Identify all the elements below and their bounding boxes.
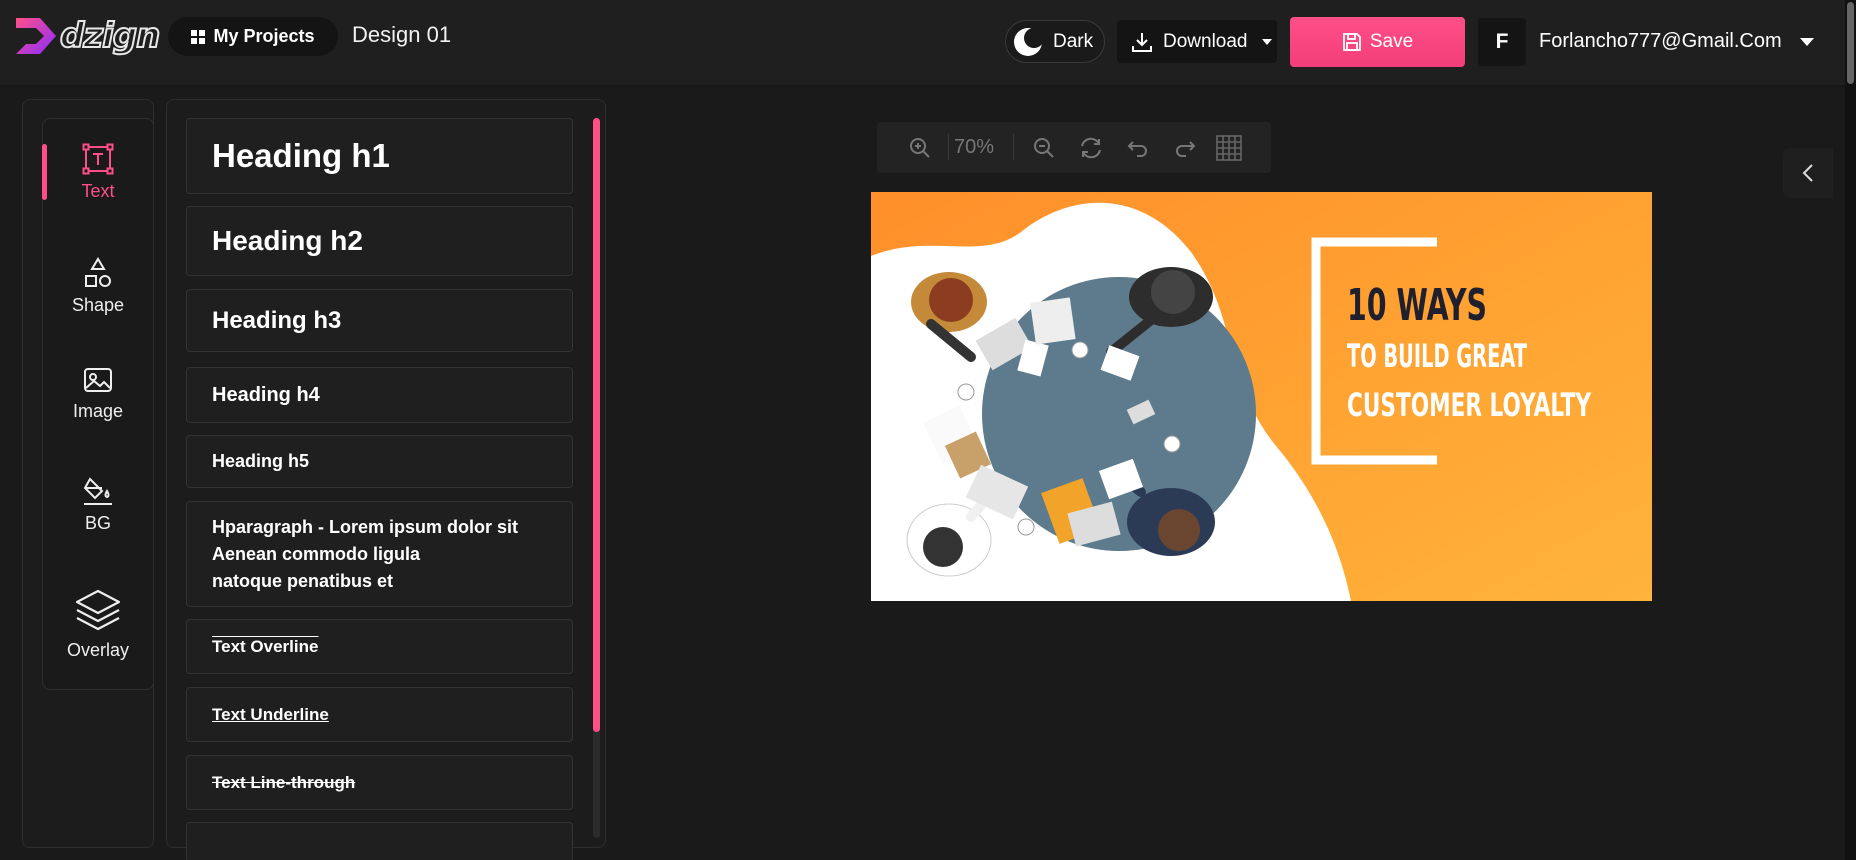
grid-toggle-icon[interactable] — [1214, 122, 1244, 173]
text-preset-paragraph[interactable]: Hparagraph - Lorem ipsum dolor sit Aenea… — [186, 501, 573, 607]
panel-scrollbar[interactable] — [593, 118, 600, 838]
download-button[interactable]: Download — [1117, 20, 1277, 63]
tool-bg-label: BG — [84, 513, 111, 533]
chevron-down-icon — [1261, 38, 1272, 45]
text-preset-h5[interactable]: Heading h5 — [186, 435, 573, 488]
user-menu-chevron-icon[interactable] — [1800, 38, 1814, 46]
layers-icon — [75, 589, 121, 631]
my-projects-button[interactable]: My Projects — [168, 17, 338, 56]
brand-logo[interactable]: dzign — [14, 15, 161, 57]
image-icon — [84, 368, 112, 392]
tool-image-label: Image — [72, 401, 124, 421]
coffee-cup — [1017, 518, 1035, 536]
tool-overlay[interactable]: Overlay — [42, 588, 154, 661]
download-label: Download — [1163, 30, 1248, 52]
tool-text-label: Text — [81, 181, 115, 201]
theme-label: Dark — [1053, 30, 1094, 52]
paint-bucket-icon — [83, 477, 112, 505]
tool-text[interactable]: Text — [42, 143, 154, 202]
save-label: Save — [1369, 31, 1414, 52]
download-icon — [1132, 32, 1152, 52]
design-canvas[interactable]: 10 WAYS TO BUILD GREAT CUSTOMER LOYALTY — [871, 192, 1652, 601]
reset-zoom-icon[interactable] — [1076, 122, 1106, 173]
undo-icon[interactable] — [1123, 122, 1153, 173]
my-projects-label: My Projects — [213, 26, 315, 46]
text-preset-h1[interactable]: Heading h1 — [186, 118, 573, 194]
tool-overlay-label: Overlay — [66, 640, 129, 660]
save-button[interactable]: Save — [1290, 17, 1465, 67]
user-email[interactable]: Forlancho777@Gmail.Com — [1539, 30, 1782, 53]
design-artwork: 10 WAYS TO BUILD GREAT CUSTOMER LOYALTY — [871, 192, 1652, 601]
tool-image[interactable]: Image — [42, 367, 154, 422]
tool-shape[interactable]: Shape — [42, 257, 154, 316]
floppy-disk-icon — [1342, 33, 1361, 51]
top-bar: dzign My Projects Design 01 Dark Downloa… — [0, 0, 1845, 86]
zoom-level: 70% — [954, 136, 995, 158]
zoom-out-icon[interactable] — [1029, 122, 1059, 173]
logo-mark-icon — [16, 18, 56, 54]
text-preset-line-through[interactable]: Text Line-through — [186, 755, 573, 810]
text-preset-h3[interactable]: Heading h3 — [186, 289, 573, 352]
redo-icon[interactable] — [1170, 122, 1200, 173]
shapes-icon — [85, 257, 111, 287]
document-title[interactable]: Design 01 — [352, 22, 451, 48]
logo-wordmark: dzign — [59, 15, 161, 57]
canvas-toolbar — [877, 122, 1271, 173]
text-preset-h4[interactable]: Heading h4 — [186, 367, 573, 423]
coffee-cup — [957, 383, 975, 401]
text-preset-underline[interactable]: Text Underline — [186, 687, 573, 742]
tool-shape-label: Shape — [71, 295, 125, 315]
moon-icon — [1014, 27, 1043, 56]
headline-text[interactable]: 10 WAYS — [1347, 280, 1487, 331]
chevron-left-icon — [1802, 164, 1813, 182]
subline-text-2[interactable]: CUSTOMER LOYALTY — [1347, 386, 1592, 424]
text-preset-h2[interactable]: Heading h2 — [186, 206, 573, 276]
notepad — [1030, 297, 1076, 345]
collapse-panel-button[interactable] — [1783, 148, 1833, 198]
text-box-icon — [82, 143, 114, 175]
page-scrollbar[interactable] — [1845, 0, 1856, 860]
theme-toggle-button[interactable]: Dark — [1005, 20, 1105, 63]
coffee-cup — [1163, 435, 1181, 453]
tool-bg[interactable]: BG — [42, 475, 154, 534]
coffee-cup — [1071, 341, 1089, 359]
grid-icon — [191, 29, 206, 44]
text-preset-overline[interactable]: Text Overline — [186, 619, 573, 674]
text-preset-next[interactable] — [186, 822, 573, 860]
zoom-in-icon[interactable] — [905, 122, 935, 173]
round-table — [982, 277, 1256, 551]
avatar[interactable]: F — [1478, 18, 1526, 66]
subline-text-1[interactable]: TO BUILD GREAT — [1347, 337, 1527, 375]
